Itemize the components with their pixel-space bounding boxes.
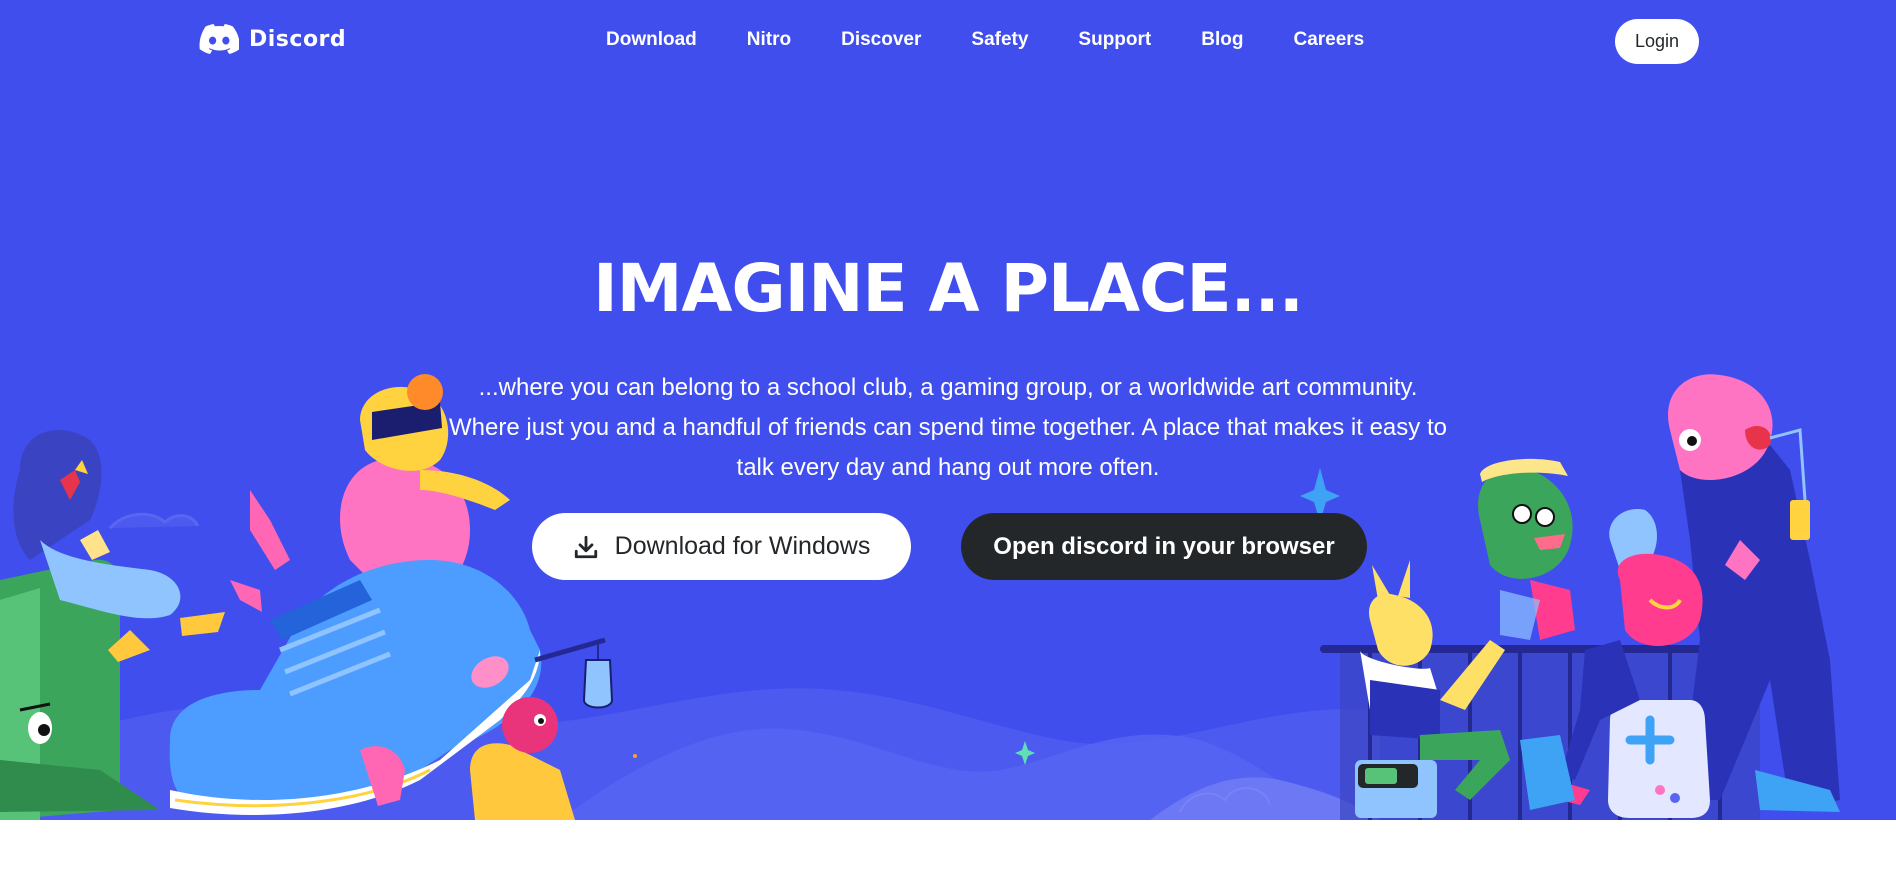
login-button[interactable]: Login bbox=[1615, 19, 1699, 64]
nav-link-careers[interactable]: Careers bbox=[1293, 29, 1364, 51]
nav-link-blog[interactable]: Blog bbox=[1201, 29, 1243, 51]
discord-logo-icon bbox=[199, 24, 239, 54]
hero-headline: IMAGINE A PLACE... bbox=[593, 250, 1304, 327]
discord-logo[interactable]: Discord bbox=[199, 24, 346, 54]
hero-subtitle: ...where you can belong to a school club… bbox=[449, 374, 1447, 481]
nav-link-download[interactable]: Download bbox=[606, 29, 697, 51]
brand-name: Discord bbox=[249, 26, 347, 52]
download-for-windows-button[interactable]: Download for Windows bbox=[532, 513, 911, 580]
open-in-browser-button[interactable]: Open discord in your browser bbox=[961, 513, 1367, 580]
hero-section: Discord Download Nitro Discover Safety S… bbox=[0, 0, 1896, 820]
main-nav: Download Nitro Discover Safety Support B… bbox=[606, 29, 1364, 51]
download-button-label: Download for Windows bbox=[614, 532, 871, 560]
nav-link-safety[interactable]: Safety bbox=[971, 29, 1028, 51]
page-below-hero bbox=[0, 820, 1896, 877]
download-icon bbox=[574, 535, 597, 558]
nav-link-support[interactable]: Support bbox=[1078, 29, 1151, 51]
nav-link-nitro[interactable]: Nitro bbox=[747, 29, 791, 51]
nav-link-discover[interactable]: Discover bbox=[841, 29, 921, 51]
